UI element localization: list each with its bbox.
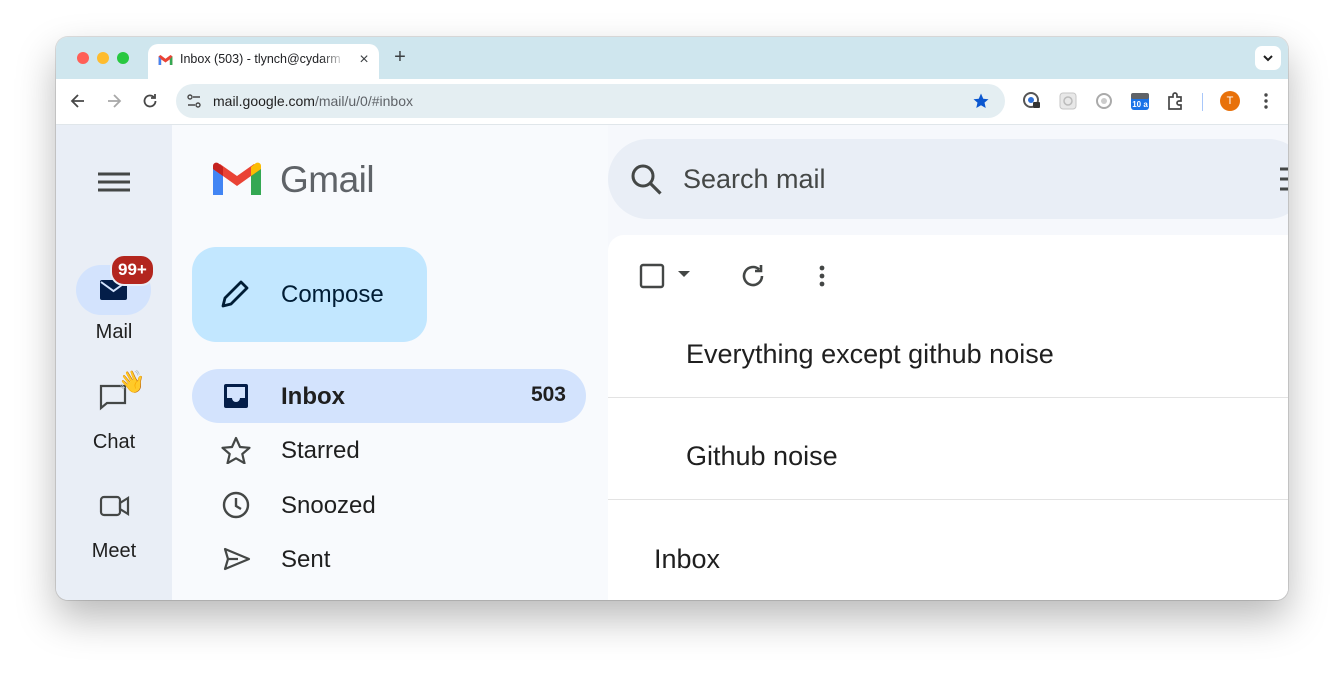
reload-icon[interactable] — [140, 91, 160, 111]
search-icon[interactable] — [630, 163, 664, 197]
bookmark-star-icon[interactable] — [972, 92, 990, 110]
gmail-favicon-icon — [158, 55, 173, 65]
browser-tab-gmail[interactable]: Inbox (503) - tlynch@cydarm × — [148, 44, 379, 79]
calendar-extension-badge: 10 a — [1132, 100, 1148, 109]
browser-menu-icon[interactable] — [1255, 90, 1277, 112]
main-menu-icon[interactable] — [94, 167, 134, 197]
close-window-button[interactable] — [77, 52, 89, 64]
tab-strip: Inbox (503) - tlynch@cydarm × + — [56, 37, 1288, 79]
chevron-down-icon — [1263, 55, 1273, 62]
url-text: mail.google.com/mail/u/0/#inbox — [213, 93, 413, 109]
nav-label-inbox: Inbox — [281, 383, 345, 410]
mail-unread-badge: 99+ — [110, 254, 155, 286]
search-input[interactable]: Search mail — [683, 164, 826, 195]
video-camera-icon — [99, 495, 130, 517]
extensions-puzzle-icon[interactable] — [1165, 90, 1187, 112]
nav-label-starred: Starred — [281, 437, 360, 464]
forward-icon[interactable] — [104, 91, 124, 111]
nav-label-sent: Sent — [281, 546, 331, 573]
gmail-logo-text: Gmail — [280, 159, 375, 200]
navigation-panel: Gmail Compose Inbox 503 Starred Snoozed … — [172, 125, 608, 600]
browser-window: Inbox (503) - tlynch@cydarm × + mail.goo… — [56, 37, 1288, 600]
password-manager-extension-icon[interactable] — [1021, 90, 1043, 112]
refresh-icon[interactable] — [739, 262, 767, 290]
section-header-github-noise[interactable]: Github noise — [686, 441, 838, 472]
section-divider — [608, 397, 1288, 398]
select-dropdown-caret-icon[interactable] — [676, 268, 692, 280]
main-content: Search mail Everything except github noi… — [608, 125, 1288, 600]
profile-avatar[interactable]: T — [1220, 91, 1240, 111]
search-bar[interactable]: Search mail — [608, 139, 1288, 219]
more-options-icon[interactable] — [808, 262, 836, 290]
clock-icon — [222, 491, 250, 519]
pencil-icon — [221, 280, 249, 308]
extension-grid-icon[interactable] — [1057, 90, 1079, 112]
address-bar[interactable]: mail.google.com/mail/u/0/#inbox — [176, 84, 1005, 118]
section-header-inbox[interactable]: Inbox — [654, 544, 720, 575]
gmail-m-icon — [213, 162, 261, 195]
close-tab-icon[interactable]: × — [354, 50, 374, 70]
rail-label-mail: Mail — [95, 321, 133, 343]
nav-item-starred[interactable]: Starred — [192, 423, 586, 477]
send-icon — [223, 547, 251, 571]
inbox-icon — [224, 384, 248, 408]
search-options-icon[interactable] — [1278, 165, 1288, 193]
nav-item-inbox[interactable]: Inbox 503 — [192, 369, 586, 423]
nav-label-snoozed: Snoozed — [281, 492, 376, 519]
compose-label: Compose — [281, 281, 384, 308]
calendar-extension-icon[interactable]: 10 a — [1129, 90, 1151, 112]
tab-search-button[interactable] — [1255, 46, 1281, 70]
nav-item-sent[interactable]: Sent — [192, 532, 586, 586]
section-header-everything-except-github-noise[interactable]: Everything except github noise — [686, 339, 1054, 370]
compose-button[interactable]: Compose — [192, 247, 427, 342]
minimize-window-button[interactable] — [97, 52, 109, 64]
browser-toolbar: mail.google.com/mail/u/0/#inbox 10 a T — [56, 79, 1288, 125]
app-rail: Mail 99+ 👋 Chat Meet — [56, 125, 172, 600]
inbox-unread-count: 503 — [530, 383, 566, 406]
extension-dial-icon[interactable] — [1093, 90, 1115, 112]
wave-emoji-icon: 👋 — [118, 369, 146, 394]
site-settings-icon[interactable] — [186, 93, 202, 109]
star-icon — [221, 436, 251, 464]
select-all-checkbox[interactable] — [638, 262, 666, 290]
new-tab-button[interactable]: + — [390, 47, 410, 67]
tab-title: Inbox (503) - tlynch@cydarm — [180, 52, 341, 66]
rail-item-meet[interactable]: Meet — [56, 483, 172, 573]
message-list: Everything except github noise Github no… — [608, 235, 1288, 600]
rail-item-chat[interactable]: 👋 Chat — [56, 369, 172, 463]
back-icon[interactable] — [68, 91, 88, 111]
nav-item-snoozed[interactable]: Snoozed — [192, 478, 586, 532]
zoom-window-button[interactable] — [117, 52, 129, 64]
toolbar-separator — [1202, 93, 1203, 111]
section-divider — [608, 499, 1288, 500]
rail-label-meet: Meet — [91, 540, 137, 562]
rail-label-chat: Chat — [92, 431, 136, 453]
